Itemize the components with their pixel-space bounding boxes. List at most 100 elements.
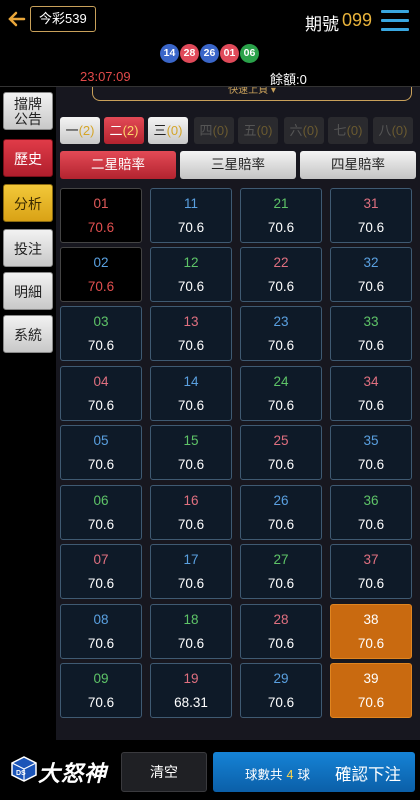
tab-star-5[interactable]: 五(0) [238,117,278,144]
odds-label: 70.6 [267,695,295,710]
tab-star-8[interactable]: 八(0) [373,117,413,144]
confirm-bet-label: 確認下注 [335,766,401,784]
app-root: 今彩539 期號 099 14 28 26 01 06 23:07:09 餘額:0 擋牌… [0,0,420,800]
number-cell-06[interactable]: 06 70.6 [60,485,142,540]
period-label: 期號 [305,15,339,34]
tab-count: (2) [78,123,95,138]
number-cell-15[interactable]: 15 70.6 [150,425,232,480]
number-cell-13[interactable]: 13 70.6 [150,306,232,361]
number-cell-32[interactable]: 32 70.6 [330,247,412,302]
number-cell-02[interactable]: 02 70.6 [60,247,142,302]
sidebar-item-label-line: 擋牌 [14,96,42,112]
number-label: 14 [183,374,199,389]
sidebar-item-history[interactable]: 歷史 [3,139,53,177]
svg-text:DS: DS [16,770,26,777]
number-cell-03[interactable]: 03 70.6 [60,306,142,361]
number-cell-24[interactable]: 24 70.6 [240,366,322,421]
sidebar-item-system[interactable]: 系統 [3,315,53,353]
number-cell-01[interactable]: 01 70.6 [60,188,142,243]
number-label: 08 [93,612,109,627]
odds-label: 70.6 [177,398,205,413]
tab-star-3[interactable]: 三(0) [148,117,188,144]
number-cell-34[interactable]: 34 70.6 [330,366,412,421]
top-header: 今彩539 期號 099 [0,0,420,40]
number-cell-05[interactable]: 05 70.6 [60,425,142,480]
number-label: 17 [183,552,199,567]
clear-button[interactable]: 清空 [121,752,207,792]
number-cell-26[interactable]: 26 70.6 [240,485,322,540]
tab-label: 六 [289,123,303,138]
number-cell-37[interactable]: 37 70.6 [330,544,412,599]
sidebar-item-announcement[interactable]: 擋牌 公告 [3,92,53,130]
number-cell-28[interactable]: 28 70.6 [240,604,322,659]
rate-tab-3-star[interactable]: 三星賠率 [180,151,296,179]
number-label: 24 [273,374,289,389]
number-label: 37 [363,552,379,567]
tab-count: (0) [212,123,229,138]
quick-select-dropdown[interactable]: 快速上頁 ▾ [92,87,412,101]
number-cell-25[interactable]: 25 70.6 [240,425,322,480]
number-cell-35[interactable]: 35 70.6 [330,425,412,480]
odds-label: 70.6 [87,636,115,651]
number-label: 16 [183,493,199,508]
odds-label: 70.6 [177,279,205,294]
number-cell-33[interactable]: 33 70.6 [330,306,412,361]
tab-label: 二 [109,123,123,138]
confirm-bet-button[interactable]: 球數共 4 球 確認下注 [213,752,415,792]
number-label: 38 [363,612,379,627]
number-label: 19 [183,671,199,686]
period-number: 099 [342,10,373,30]
tab-star-7[interactable]: 七(0) [328,117,368,144]
draw-ball: 14 [160,44,179,63]
odds-label: 70.6 [267,517,295,532]
number-cell-09[interactable]: 09 70.6 [60,663,142,718]
tab-star-1[interactable]: 一(2) [60,117,100,144]
number-cell-16[interactable]: 16 70.6 [150,485,232,540]
number-cell-11[interactable]: 11 70.6 [150,188,232,243]
number-label: 39 [363,671,379,686]
odds-label: 70.6 [357,517,385,532]
draw-ball: 01 [220,44,239,63]
number-cell-19[interactable]: 19 68.31 [150,663,232,718]
number-cell-31[interactable]: 31 70.6 [330,188,412,243]
sidebar-item-details[interactable]: 明細 [3,272,53,310]
tab-star-4[interactable]: 四(0) [194,117,234,144]
sidebar-item-betting[interactable]: 投注 [3,229,53,267]
number-cell-27[interactable]: 27 70.6 [240,544,322,599]
sidebar-item-analysis[interactable]: 分析 [3,184,53,222]
tab-star-2[interactable]: 二(2) [104,117,144,144]
number-label: 03 [93,314,109,329]
number-label: 28 [273,612,289,627]
lottery-selector-button[interactable]: 今彩539 [30,6,96,32]
number-cell-18[interactable]: 18 70.6 [150,604,232,659]
number-cell-29[interactable]: 29 70.6 [240,663,322,718]
odds-label: 70.6 [357,636,385,651]
odds-label: 70.6 [177,220,205,235]
number-cell-21[interactable]: 21 70.6 [240,188,322,243]
number-cell-08[interactable]: 08 70.6 [60,604,142,659]
number-cell-04[interactable]: 04 70.6 [60,366,142,421]
number-cell-39[interactable]: 39 70.6 [330,663,412,718]
hamburger-menu-icon[interactable] [381,10,409,32]
number-label: 06 [93,493,109,508]
number-cell-12[interactable]: 12 70.6 [150,247,232,302]
number-cell-14[interactable]: 14 70.6 [150,366,232,421]
number-label: 31 [363,196,379,211]
number-label: 13 [183,314,199,329]
odds-label: 70.6 [357,220,385,235]
odds-label: 70.6 [87,517,115,532]
number-cell-23[interactable]: 23 70.6 [240,306,322,361]
number-cell-07[interactable]: 07 70.6 [60,544,142,599]
rate-tab-2-star[interactable]: 二星賠率 [60,151,176,179]
tab-label: 五 [243,123,257,138]
number-cell-22[interactable]: 22 70.6 [240,247,322,302]
number-cell-38[interactable]: 38 70.6 [330,604,412,659]
number-label: 07 [93,552,109,567]
number-cell-36[interactable]: 36 70.6 [330,485,412,540]
tab-star-6[interactable]: 六(0) [284,117,324,144]
number-cell-17[interactable]: 17 70.6 [150,544,232,599]
back-arrow-icon[interactable] [6,8,28,30]
odds-label: 70.6 [357,279,385,294]
rate-tab-4-star[interactable]: 四星賠率 [300,151,416,179]
odds-label: 68.31 [174,695,208,710]
